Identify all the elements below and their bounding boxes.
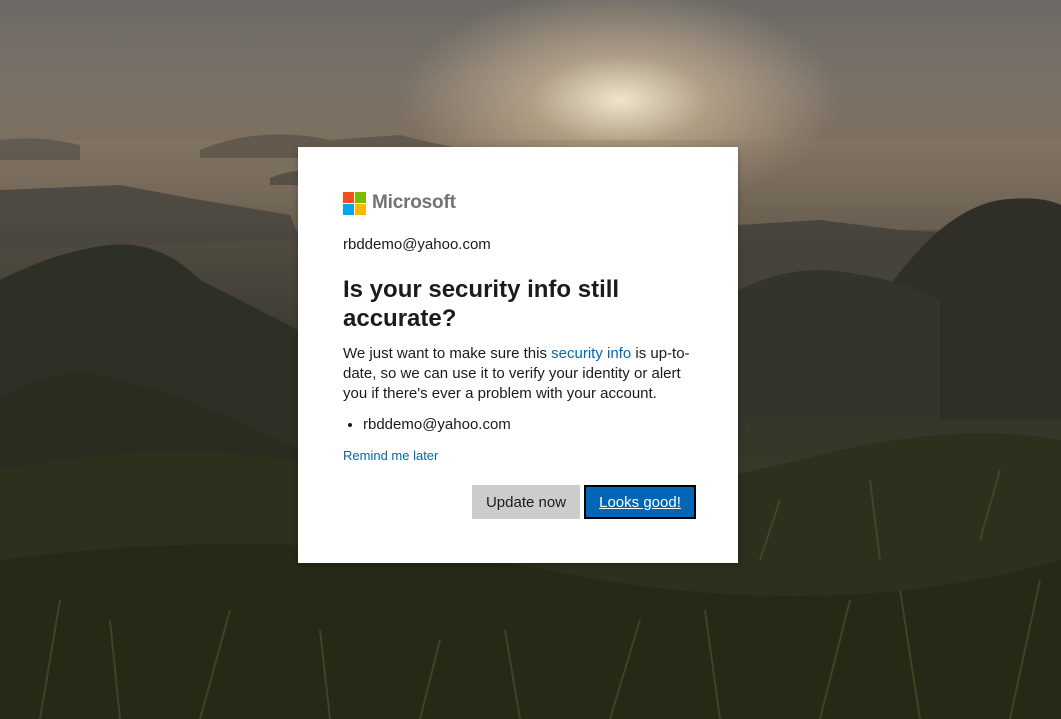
microsoft-logo-icon	[343, 191, 366, 215]
account-identifier: rbddemo@yahoo.com	[343, 236, 491, 253]
security-info-dialog: Microsoft rbddemo@yahoo.com Is your secu…	[298, 147, 738, 563]
list-item: rbddemo@yahoo.com	[363, 415, 694, 435]
description-text: We just want to make sure this security …	[343, 344, 694, 404]
button-row: Update now Looks good!	[472, 485, 696, 519]
brand-header: Microsoft	[343, 191, 694, 215]
logo-square-red	[343, 191, 354, 203]
logo-square-yellow	[355, 203, 366, 215]
update-now-button[interactable]: Update now	[472, 485, 580, 519]
security-info-link[interactable]: security info	[551, 345, 631, 362]
logo-square-green	[355, 191, 366, 203]
page-title: Is your security info still accurate?	[343, 276, 620, 332]
remind-me-later-link[interactable]: Remind me later	[343, 448, 694, 463]
description-before-link: We just want to make sure this	[343, 345, 552, 362]
logo-square-blue	[343, 203, 354, 215]
brand-name: Microsoft	[372, 192, 456, 213]
looks-good-button[interactable]: Looks good!	[584, 485, 696, 519]
security-info-list: rbddemo@yahoo.com	[343, 415, 694, 435]
